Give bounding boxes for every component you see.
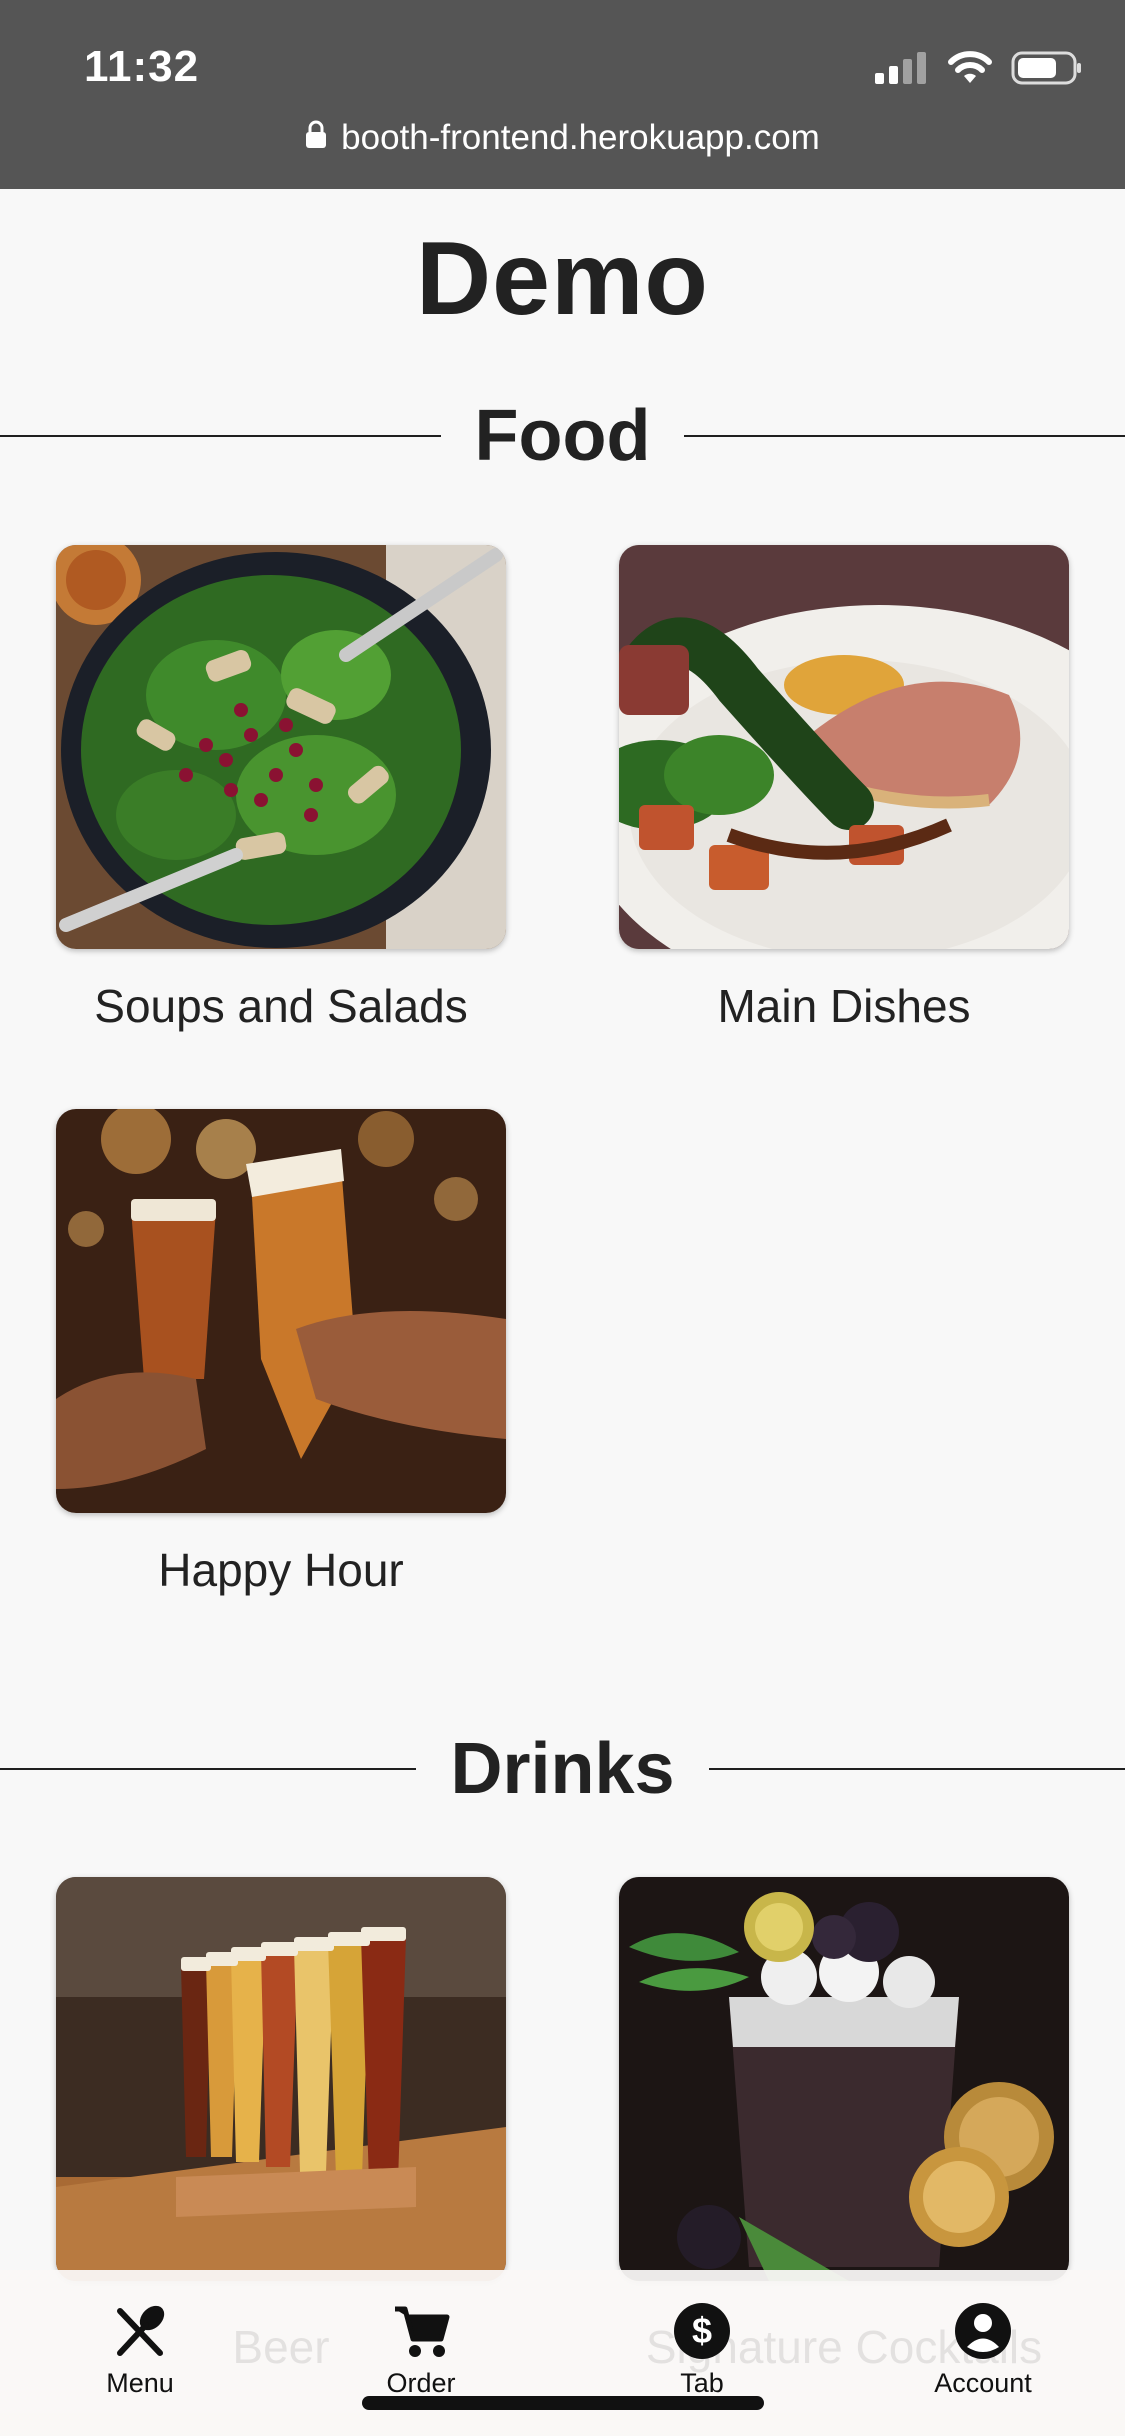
nav-label-account: Account bbox=[934, 2368, 1032, 2398]
nav-label-menu: Menu bbox=[106, 2368, 174, 2398]
divider bbox=[0, 435, 441, 437]
svg-text:$: $ bbox=[692, 2310, 712, 2351]
nav-tab[interactable]: $ Tab bbox=[612, 2300, 792, 2399]
category-card-happy-hour[interactable]: Happy Hour bbox=[56, 1109, 506, 1597]
cart-icon bbox=[391, 2300, 451, 2362]
status-icons bbox=[873, 50, 1083, 91]
app-root: 11:32 booth-frontend.herokuapp.com Demo … bbox=[0, 0, 1125, 2436]
section-heading-drinks: Drinks bbox=[0, 1728, 1125, 1810]
url-text: booth-frontend.herokuapp.com bbox=[341, 118, 820, 157]
nav-label-tab: Tab bbox=[680, 2368, 724, 2398]
cocktail-photo bbox=[619, 1877, 1069, 2281]
main-dish-photo bbox=[619, 545, 1069, 949]
divider bbox=[0, 1768, 417, 1770]
divider bbox=[708, 1768, 1125, 1770]
dollar-circle-icon: $ bbox=[673, 2300, 731, 2362]
divider bbox=[684, 435, 1125, 437]
browser-status-bar: 11:32 booth-frontend.herokuapp.com bbox=[0, 0, 1125, 189]
nav-label-order: Order bbox=[386, 2368, 456, 2398]
happy-hour-photo bbox=[56, 1109, 506, 1513]
nav-menu[interactable]: Menu bbox=[50, 2300, 230, 2399]
wifi-icon bbox=[947, 51, 993, 90]
nav-account[interactable]: Account bbox=[893, 2300, 1073, 2399]
signal-icon bbox=[873, 51, 929, 90]
home-indicator bbox=[362, 2396, 764, 2410]
address-bar[interactable]: booth-frontend.herokuapp.com bbox=[0, 118, 1125, 158]
category-card-soups-and-salads[interactable]: Soups and Salads bbox=[56, 545, 506, 1033]
nav-order[interactable]: Order bbox=[331, 2300, 511, 2399]
beer-photo bbox=[56, 1877, 506, 2281]
fork-spoon-icon bbox=[112, 2300, 168, 2362]
category-card-main-dishes[interactable]: Main Dishes bbox=[619, 545, 1069, 1033]
section-heading-food: Food bbox=[0, 395, 1125, 477]
section-title-drinks: Drinks bbox=[450, 1729, 675, 1809]
page-title: Demo bbox=[416, 221, 709, 337]
category-label: Happy Hour bbox=[158, 1544, 404, 1596]
status-time: 11:32 bbox=[84, 42, 200, 91]
category-card-signature-cocktails[interactable] bbox=[619, 1877, 1069, 2281]
lock-icon bbox=[305, 118, 327, 158]
battery-icon bbox=[1011, 50, 1083, 91]
category-card-beer[interactable] bbox=[56, 1877, 506, 2281]
account-circle-icon bbox=[954, 2300, 1012, 2362]
section-title-food: Food bbox=[474, 396, 651, 476]
category-label: Soups and Salads bbox=[94, 980, 468, 1032]
category-label: Main Dishes bbox=[717, 980, 971, 1032]
salad-photo bbox=[56, 545, 506, 949]
